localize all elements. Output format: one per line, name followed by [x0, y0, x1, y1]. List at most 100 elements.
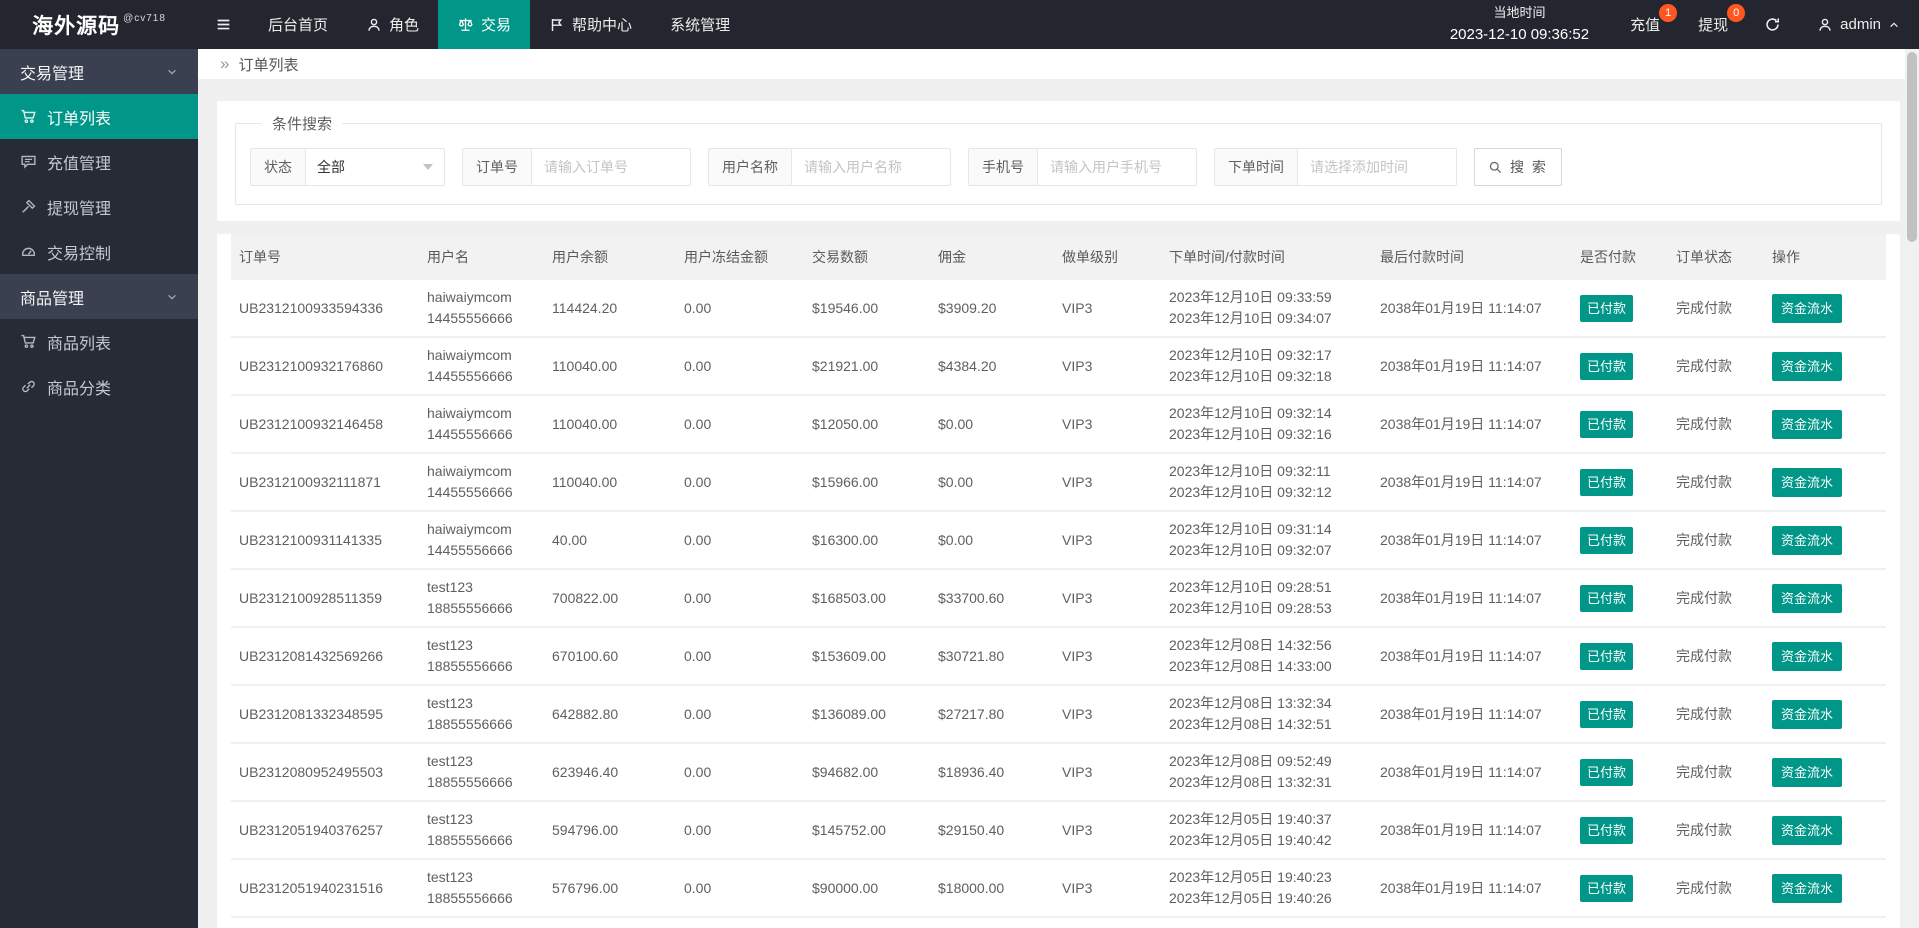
cell-amount: $168503.00	[804, 569, 930, 628]
sidebar-item-order-list[interactable]: 订单列表	[0, 94, 198, 139]
sidebar-item-withdraw-management[interactable]: 提现管理	[0, 184, 198, 229]
cell-action: 资金流水	[1764, 685, 1886, 744]
status-select[interactable]: 全部	[305, 148, 445, 186]
cell-order-no: UB2312100932176860	[231, 337, 419, 396]
order-table-header: 订单号 用户名 用户余额 用户冻结金额 交易数额 佣金 做单级别 下单时间/付款…	[231, 234, 1886, 280]
search-legend: 条件搜索	[272, 116, 333, 133]
cell-balance: 623946.40	[544, 743, 676, 802]
cell-amount: $15966.00	[804, 453, 930, 512]
sidebar-group-trade-management[interactable]: 交易管理	[0, 49, 198, 94]
cell-times: 2023年12月10日 09:28:51 2023年12月10日 09:28:53	[1161, 569, 1372, 628]
fund-flow-button[interactable]: 资金流水	[1772, 583, 1843, 613]
cell-amount: $145752.00	[804, 801, 930, 860]
cell-status: 完成付款	[1668, 743, 1764, 802]
fund-flow-button[interactable]: 资金流水	[1772, 699, 1843, 729]
cell-frozen: 0.00	[676, 569, 804, 628]
sidebar-group-product-management[interactable]: 商品管理	[0, 274, 198, 319]
withdraw-button[interactable]: 提现 0	[1679, 0, 1747, 49]
cell-paid: 已付款	[1572, 453, 1668, 512]
order-no-input[interactable]	[531, 148, 691, 186]
nav-item-home[interactable]: 后台首页	[249, 0, 347, 49]
cell-action: 资金流水	[1764, 395, 1886, 454]
fund-flow-button[interactable]: 资金流水	[1772, 873, 1843, 903]
cell-paid: 已付款	[1572, 569, 1668, 628]
chevron-down-icon	[168, 69, 176, 74]
user-menu[interactable]: admin	[1798, 0, 1919, 49]
cell-commission: $30721.80	[930, 627, 1054, 686]
status-filter: 状态 全部	[250, 148, 445, 186]
fund-flow-button[interactable]: 资金流水	[1772, 525, 1843, 555]
order-time-label: 下单时间	[1214, 148, 1297, 186]
fund-flow-button[interactable]: 资金流水	[1772, 351, 1843, 381]
cell-times: 2023年12月10日 09:32:11 2023年12月10日 09:32:12	[1161, 453, 1372, 512]
vertical-scrollbar[interactable]	[1905, 49, 1919, 928]
header-times: 下单时间/付款时间	[1161, 234, 1372, 280]
cell-balance: 642882.80	[544, 685, 676, 744]
table-row: UB2312051940376257 test123 18855556666 59…	[231, 801, 1886, 860]
cell-amount: $94682.00	[804, 743, 930, 802]
header-balance: 用户余额	[544, 234, 676, 280]
cell-commission: $18936.40	[930, 743, 1054, 802]
fund-flow-button[interactable]: 资金流水	[1772, 815, 1843, 845]
paid-status-badge: 已付款	[1580, 816, 1634, 844]
cell-paid: 已付款	[1572, 280, 1668, 338]
scrollbar-thumb[interactable]	[1907, 52, 1917, 242]
cell-level: VIP3	[1054, 801, 1161, 860]
header-last-pay-time: 最后付款时间	[1372, 234, 1572, 280]
search-button[interactable]: 搜 索	[1474, 148, 1562, 186]
hamburger-icon	[217, 19, 230, 30]
cell-order-no: UB2312051940376257	[231, 801, 419, 860]
cell-username: test123 18855556666	[419, 743, 544, 802]
fund-flow-button[interactable]: 资金流水	[1772, 757, 1843, 787]
cell-order-no: UB2312080952495503	[231, 743, 419, 802]
topbar: 海外源码 @cv718 后台首页 角色 交易 帮助中心 系统管理 当地时间 202…	[0, 0, 1919, 49]
header-order-no: 订单号	[231, 234, 419, 280]
paid-status-badge: 已付款	[1580, 294, 1634, 322]
status-label: 状态	[250, 148, 305, 186]
fund-flow-button[interactable]: 资金流水	[1772, 409, 1843, 439]
person-icon	[368, 18, 380, 31]
select-arrow-icon	[423, 164, 433, 170]
cell-times: 2023年12月10日 09:32:17 2023年12月10日 09:32:18	[1161, 337, 1372, 396]
fund-flow-button[interactable]: 资金流水	[1772, 467, 1843, 497]
sidebar-item-product-list[interactable]: 商品列表	[0, 319, 198, 364]
nav-item-trade[interactable]: 交易	[438, 0, 531, 49]
order-time-input[interactable]	[1297, 148, 1457, 186]
collapse-sidebar-button[interactable]	[198, 0, 249, 49]
sidebar-item-label: 交易控制	[47, 245, 112, 263]
sidebar-item-recharge-management[interactable]: 充值管理	[0, 139, 198, 184]
cell-times: 2023年12月08日 09:52:49 2023年12月08日 13:32:31	[1161, 743, 1372, 802]
table-row: UB2312100933594336 haiwaiymcom 1445555666…	[231, 280, 1886, 338]
cell-commission: $0.00	[930, 511, 1054, 570]
cell-times: 2023年12月05日 19:40:23 2023年12月05日 19:40:26	[1161, 859, 1372, 918]
cell-level: VIP3	[1054, 743, 1161, 802]
fund-flow-button[interactable]: 资金流水	[1772, 641, 1843, 671]
cell-level: VIP3	[1054, 280, 1161, 338]
refresh-button[interactable]	[1747, 0, 1798, 49]
cell-commission: $3909.20	[930, 280, 1054, 338]
recharge-button[interactable]: 充值 1	[1611, 0, 1679, 49]
cell-status: 完成付款	[1668, 337, 1764, 396]
sidebar-item-product-category[interactable]: 商品分类	[0, 364, 198, 409]
cell-order-no: UB2312081332348595	[231, 685, 419, 744]
user-name-input[interactable]	[791, 148, 951, 186]
cell-action: 资金流水	[1764, 280, 1886, 338]
cell-amount: $136089.00	[804, 685, 930, 744]
cell-paid: 已付款	[1572, 859, 1668, 918]
local-time: 当地时间 2023-12-10 09:36:52	[1428, 0, 1611, 49]
paid-status-badge: 已付款	[1580, 526, 1634, 554]
cell-frozen: 0.00	[676, 337, 804, 396]
cell-commission: $4384.20	[930, 337, 1054, 396]
fund-flow-button[interactable]: 资金流水	[1772, 293, 1843, 323]
phone-input[interactable]	[1037, 148, 1197, 186]
sidebar-item-trade-control[interactable]: 交易控制	[0, 229, 198, 274]
cell-status: 完成付款	[1668, 627, 1764, 686]
nav-item-help-center[interactable]: 帮助中心	[530, 0, 651, 49]
cell-action: 资金流水	[1764, 801, 1886, 860]
cell-order-no: UB2312100928511359	[231, 569, 419, 628]
nav-item-system[interactable]: 系统管理	[651, 0, 749, 49]
nav-item-roles[interactable]: 角色	[347, 0, 438, 49]
cell-times: 2023年12月10日 09:31:14 2023年12月10日 09:32:07	[1161, 511, 1372, 570]
cell-action: 资金流水	[1764, 627, 1886, 686]
chevron-down-icon	[168, 294, 176, 299]
